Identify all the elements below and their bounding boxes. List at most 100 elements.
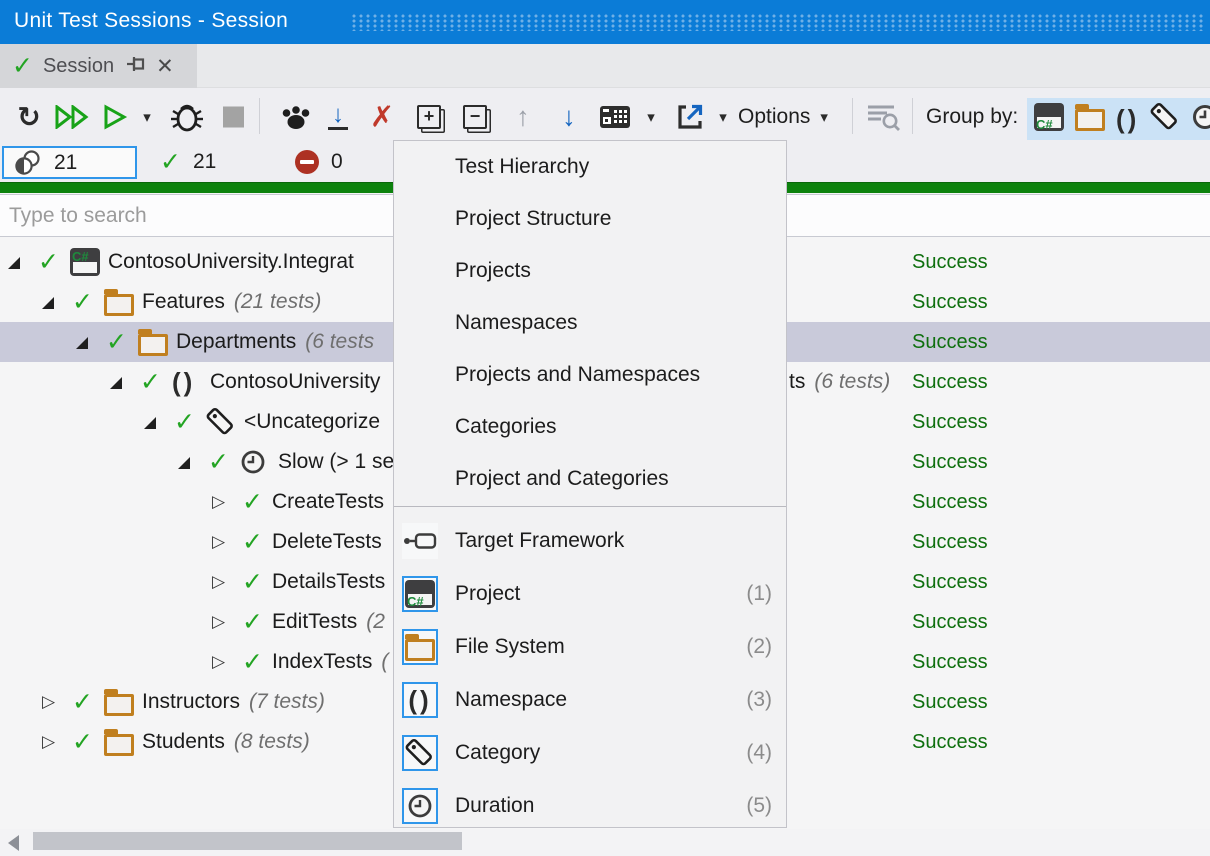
run-icon[interactable] xyxy=(100,104,130,130)
run-all-icon[interactable] xyxy=(52,105,94,129)
expand-all-icon[interactable]: + xyxy=(414,105,444,129)
no-entry-icon xyxy=(295,150,319,174)
menu-item-icon-box xyxy=(402,523,438,559)
group-by-project-toggle[interactable]: C# xyxy=(1034,103,1064,136)
counter-ignored[interactable]: 0 xyxy=(295,145,343,179)
export-dropdown-caret-icon[interactable]: ▾ xyxy=(714,108,732,126)
menu-item-namespace[interactable]: ()Namespace(3) xyxy=(394,673,786,726)
arrow-down-icon[interactable]: ↓ xyxy=(554,101,584,132)
menu-separator xyxy=(394,506,786,507)
test-status: Success xyxy=(912,562,988,602)
menu-item-shortcut: (3) xyxy=(746,673,772,726)
menu-item-icon-box xyxy=(402,629,438,665)
menu-item-projects[interactable]: Projects xyxy=(394,245,786,297)
menu-item-project-and-categories[interactable]: Project and Categories xyxy=(394,453,786,505)
menu-item-project[interactable]: C#Project(1) xyxy=(394,567,786,620)
expander-expanded-icon[interactable] xyxy=(8,257,20,269)
group-by-filesystem-toggle[interactable] xyxy=(1075,103,1105,136)
csharp-project-icon: C# xyxy=(70,248,100,276)
run-dropdown-caret-icon[interactable]: ▾ xyxy=(138,108,156,126)
success-check-icon: ✓ xyxy=(174,402,195,442)
delete-icon[interactable]: ✗ xyxy=(364,99,400,134)
stop-icon[interactable] xyxy=(220,106,246,127)
scrollbar-thumb[interactable] xyxy=(33,832,462,850)
toolbar-separator xyxy=(852,98,853,134)
test-status: Success xyxy=(912,482,988,522)
group-by-category-toggle[interactable] xyxy=(1150,102,1180,137)
horizontal-scrollbar[interactable] xyxy=(0,829,1210,856)
expander-expanded-icon[interactable] xyxy=(42,297,54,309)
menu-item-category[interactable]: Category(4) xyxy=(394,726,786,779)
counter-passed[interactable]: ✓ 21 xyxy=(160,145,216,179)
expander-collapsed-icon[interactable]: ▷ xyxy=(42,682,55,722)
success-check-icon: ✓ xyxy=(242,562,263,602)
counter-value: 21 xyxy=(54,151,77,175)
counter-inconclusive[interactable]: 21 xyxy=(2,146,137,179)
columns-grid-icon[interactable] xyxy=(598,104,632,130)
tab-session[interactable]: ✓ Session ✕ xyxy=(0,44,197,88)
folder-icon xyxy=(104,694,134,716)
pin-icon[interactable] xyxy=(126,55,146,78)
expander-collapsed-icon[interactable]: ▷ xyxy=(212,642,225,682)
success-check-icon: ✓ xyxy=(38,242,59,282)
expander-collapsed-icon[interactable]: ▷ xyxy=(212,602,225,642)
menu-item-icon-box xyxy=(402,735,438,771)
menu-item-duration[interactable]: Duration(5) xyxy=(394,779,786,832)
menu-item-shortcut: (4) xyxy=(746,726,772,779)
test-node-label: Departments xyxy=(176,330,296,353)
toolbar-separator xyxy=(912,98,913,134)
download-icon[interactable]: ↓ xyxy=(322,104,354,130)
category-tag-icon xyxy=(405,738,435,768)
menu-item-test-hierarchy[interactable]: Test Hierarchy xyxy=(394,141,786,193)
expander-collapsed-icon[interactable]: ▷ xyxy=(212,482,225,522)
collapse-all-icon[interactable]: − xyxy=(460,105,490,129)
test-node-label: Features xyxy=(142,290,225,313)
menu-item-projects-and-namespaces[interactable]: Projects and Namespaces xyxy=(394,349,786,401)
debug-icon[interactable] xyxy=(168,101,206,133)
test-node-label: ContosoUniversity xyxy=(210,370,380,393)
group-by-toggle-strip: C# () xyxy=(1027,98,1210,140)
arrow-up-icon[interactable]: ↑ xyxy=(508,101,538,132)
refresh-icon[interactable]: ↻ xyxy=(12,100,46,133)
test-count: (8 tests) xyxy=(234,730,310,753)
namespace-icon: () xyxy=(172,368,195,396)
csharp-project-icon: C# xyxy=(1034,103,1064,131)
expander-collapsed-icon[interactable]: ▷ xyxy=(42,722,55,762)
test-node-label: IndexTests xyxy=(272,650,372,673)
success-check-icon: ✓ xyxy=(242,522,263,562)
group-by-namespace-toggle[interactable]: () xyxy=(1116,105,1139,133)
folder-icon xyxy=(138,334,168,356)
export-icon[interactable] xyxy=(674,103,706,131)
test-node-label: EditTests xyxy=(272,610,357,633)
expander-expanded-icon[interactable] xyxy=(144,417,156,429)
expander-collapsed-icon[interactable]: ▷ xyxy=(212,562,225,602)
csharp-project-icon: C# xyxy=(405,580,435,608)
test-status: Success xyxy=(912,362,988,402)
test-status: Success xyxy=(912,322,988,362)
test-count: (7 tests) xyxy=(249,690,325,713)
paw-icon[interactable] xyxy=(278,103,314,131)
options-button[interactable]: Options ▾ xyxy=(738,105,828,129)
window-titlebar[interactable]: Unit Test Sessions - Session xyxy=(0,0,1210,44)
menu-item-shortcut: (5) xyxy=(746,779,772,832)
target-framework-icon xyxy=(403,531,437,551)
expander-expanded-icon[interactable] xyxy=(110,377,122,389)
expander-collapsed-icon[interactable]: ▷ xyxy=(212,522,225,562)
expander-expanded-icon[interactable] xyxy=(178,457,190,469)
scroll-left-arrow-icon[interactable] xyxy=(8,835,19,851)
expander-expanded-icon[interactable] xyxy=(76,337,88,349)
success-check-icon: ✓ xyxy=(12,51,33,81)
group-by-duration-toggle[interactable] xyxy=(1191,103,1210,136)
menu-item-shortcut: (2) xyxy=(746,620,772,673)
menu-item-icon-box: () xyxy=(402,682,438,718)
menu-item-target-framework[interactable]: Target Framework xyxy=(394,514,786,567)
filter-search-icon[interactable] xyxy=(864,103,904,131)
close-icon[interactable]: ✕ xyxy=(156,54,174,79)
menu-item-file-system[interactable]: File System(2) xyxy=(394,620,786,673)
menu-item-namespaces[interactable]: Namespaces xyxy=(394,297,786,349)
drag-handle-dots[interactable] xyxy=(352,14,1204,31)
columns-dropdown-caret-icon[interactable]: ▾ xyxy=(642,108,660,126)
test-count: (2 xyxy=(366,610,385,633)
menu-item-project-structure[interactable]: Project Structure xyxy=(394,193,786,245)
menu-item-categories[interactable]: Categories xyxy=(394,401,786,453)
